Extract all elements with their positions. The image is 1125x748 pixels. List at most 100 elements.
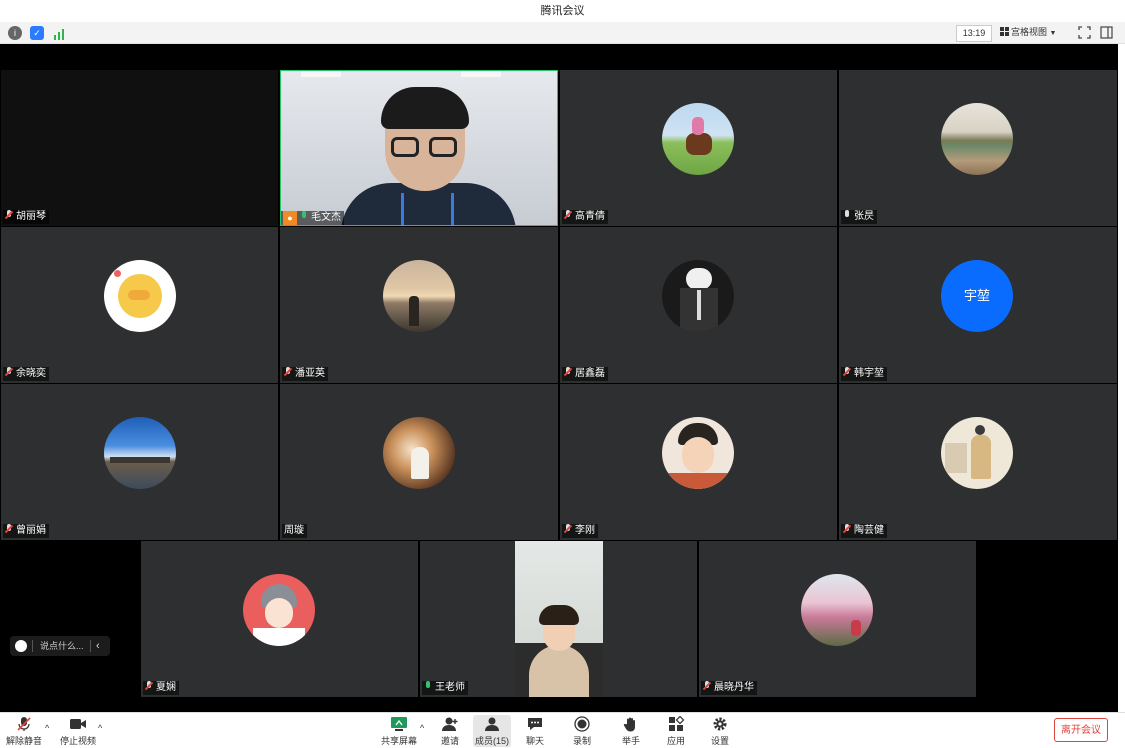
info-icon[interactable]: i [8, 26, 22, 40]
participant-name: 韩宇堃 [854, 368, 884, 379]
participant-name: 夏娴 [156, 682, 176, 693]
host-icon: ● [283, 211, 297, 225]
participant-name: 居鑫磊 [575, 368, 605, 379]
meeting-info-bar: i ✓ 13:19 宫格视图 ▼ [0, 22, 1125, 44]
meeting-toolbar: 解除静音 ^ 停止视频 ^ 共享屏幕 ^ 邀请 成员(15) 聊天 录制 举手 … [0, 712, 1125, 748]
participant-name: 晨晓丹华 [714, 682, 754, 693]
view-mode-dropdown[interactable]: 宫格视图 ▼ [1000, 25, 1068, 40]
participant-name-tag: 李刚 [562, 524, 598, 538]
mic-muted-icon [564, 367, 572, 377]
chat-label: 聊天 [525, 736, 544, 746]
participant-tile[interactable]: 夏娴 [141, 541, 418, 697]
mic-muted-icon [703, 681, 711, 691]
participant-name-tag: 胡丽琴 [3, 210, 49, 224]
participant-name-tag: 潘亚英 [282, 367, 328, 381]
participant-tile[interactable]: 居鑫磊 [560, 227, 837, 383]
apps-button[interactable]: 应用 [662, 715, 690, 747]
participant-name-tag: 韩宇堃 [841, 367, 887, 381]
participant-name: 高青倩 [575, 211, 605, 222]
share-screen-button[interactable]: 共享屏幕 [381, 715, 417, 747]
mic-muted-icon [17, 717, 31, 731]
participant-name: 胡丽琴 [16, 211, 46, 222]
settings-label: 设置 [710, 736, 729, 746]
initials-avatar: 宇堃 [941, 260, 1013, 332]
apps-icon [669, 716, 685, 731]
avatar [941, 103, 1013, 175]
participant-name-tag: 张昃 [841, 210, 877, 224]
mic-muted-icon [5, 524, 13, 534]
chat-input[interactable]: 说点什么... [40, 636, 84, 656]
chevron-up-icon[interactable]: ^ [420, 723, 424, 733]
mic-muted-icon [564, 524, 572, 534]
share-screen-label: 共享屏幕 [381, 736, 418, 746]
mic-muted-icon [284, 367, 292, 377]
participant-name: 张昃 [854, 211, 874, 222]
share-screen-icon [391, 717, 407, 731]
participant-tile[interactable]: 晨晓丹华 [699, 541, 976, 697]
avatar [801, 574, 873, 646]
stop-video-button[interactable]: 停止视频 [60, 715, 96, 747]
record-icon [574, 716, 590, 732]
view-mode-label: 宫格视图 [1011, 27, 1048, 37]
video-feed [281, 71, 557, 225]
raise-hand-button[interactable]: 举手 [617, 715, 645, 747]
participant-tile[interactable]: 周璇 [280, 384, 558, 540]
participant-tile[interactable]: 潘亚英 [280, 227, 558, 383]
avatar [243, 574, 315, 646]
participant-tile[interactable]: 王老师 [420, 541, 697, 697]
participant-tile[interactable]: 李刚 [560, 384, 837, 540]
participant-tile[interactable]: 胡丽琴 [1, 70, 278, 226]
sidebar-toggle-icon[interactable] [1100, 26, 1113, 39]
video-feed [515, 541, 603, 697]
participant-name: 周璇 [284, 525, 304, 536]
invite-label: 邀请 [440, 736, 459, 746]
members-button[interactable]: 成员(15) [473, 715, 511, 747]
participant-tile[interactable]: 张昃 [839, 70, 1117, 226]
participant-name: 余晓奕 [16, 368, 46, 379]
hand-icon [623, 717, 635, 732]
avatar [941, 417, 1013, 489]
participant-tile[interactable]: 宇堃 韩宇堃 [839, 227, 1117, 383]
add-user-icon [442, 717, 458, 731]
participant-name-tag: ● 毛文杰 [281, 211, 344, 225]
avatar [383, 417, 455, 489]
participant-name: 李刚 [575, 525, 595, 536]
meeting-duration: 13:19 [956, 25, 992, 42]
avatar [662, 103, 734, 175]
chevron-up-icon[interactable]: ^ [45, 723, 49, 733]
chevron-left-icon[interactable]: ‹ [96, 636, 100, 656]
chat-input-bar[interactable]: 说点什么... ‹ [10, 636, 110, 656]
chevron-up-icon[interactable]: ^ [98, 723, 102, 733]
participant-name: 曾丽娟 [16, 525, 46, 536]
window-title: 腾讯会议 [0, 0, 1125, 22]
signal-icon[interactable] [53, 27, 65, 40]
invite-button[interactable]: 邀请 [436, 715, 464, 747]
chat-button[interactable]: 聊天 [521, 715, 549, 747]
record-button[interactable]: 录制 [568, 715, 596, 747]
participant-tile-active-speaker[interactable]: ● 毛文杰 [280, 70, 558, 226]
participant-name-tag: 高青倩 [562, 210, 608, 224]
fullscreen-icon[interactable] [1078, 26, 1091, 39]
shield-icon[interactable]: ✓ [30, 26, 44, 40]
gear-icon [713, 717, 727, 731]
participant-tile[interactable]: 陶芸健 [839, 384, 1117, 540]
mic-muted-icon [843, 367, 851, 377]
settings-button[interactable]: 设置 [706, 715, 734, 747]
avatar [662, 417, 734, 489]
participant-tile[interactable]: 曾丽娟 [1, 384, 278, 540]
participant-name-tag: 陶芸健 [841, 524, 887, 538]
participant-name: 陶芸健 [854, 525, 884, 536]
participant-tile[interactable]: 高青倩 [560, 70, 837, 226]
participant-tile[interactable]: 余晓奕 [1, 227, 278, 383]
avatar [662, 260, 734, 332]
mic-muted-icon [564, 210, 572, 220]
participant-name-tag: 余晓奕 [3, 367, 49, 381]
participant-name-tag: 王老师 [422, 681, 468, 695]
avatar [104, 260, 176, 332]
mic-muted-icon [5, 367, 13, 377]
chevron-down-icon: ▼ [1049, 30, 1057, 37]
record-label: 录制 [572, 736, 591, 746]
emoji-icon[interactable] [15, 640, 27, 652]
unmute-button[interactable]: 解除静音 [6, 715, 42, 747]
leave-meeting-button[interactable]: 离开会议 [1054, 718, 1108, 742]
